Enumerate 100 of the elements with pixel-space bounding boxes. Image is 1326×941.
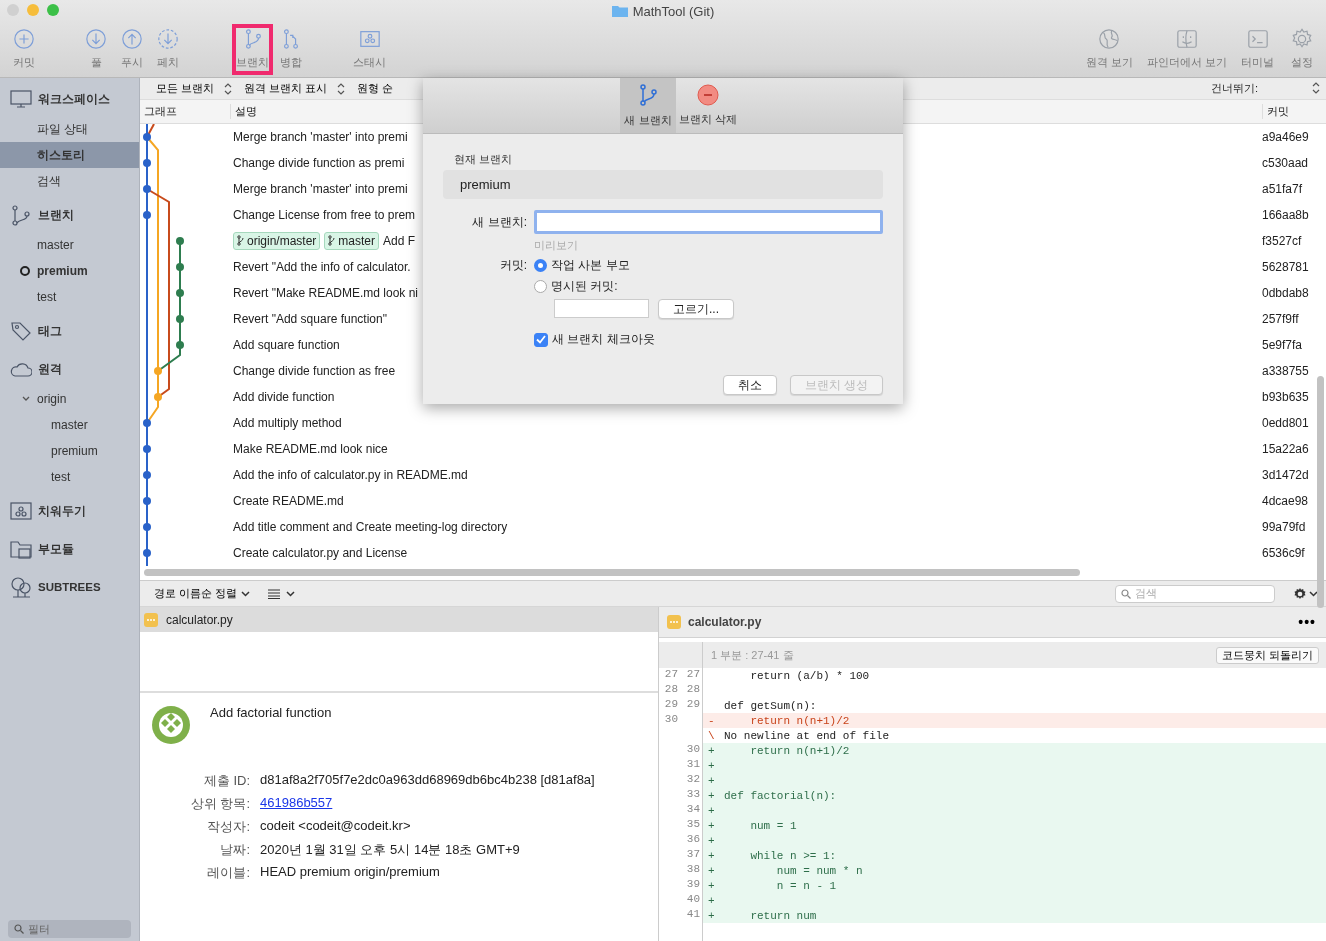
branch-name-field[interactable] <box>534 210 883 234</box>
sidebar-item[interactable]: 검색 <box>0 168 139 194</box>
stepper-icon <box>1312 81 1320 94</box>
settings-button[interactable] <box>1293 586 1318 601</box>
sidebar-item[interactable]: 파일 상태 <box>0 116 139 142</box>
commit-description: Change divide function as premi <box>233 155 405 170</box>
sidebar-item[interactable]: test <box>0 284 139 310</box>
commit-dot[interactable] <box>143 470 151 479</box>
pick-button[interactable]: 고르기... <box>658 299 734 319</box>
branch-tag[interactable]: master <box>324 231 380 250</box>
dialog-tab[interactable]: 브랜치 삭제 <box>680 78 736 133</box>
commit-dot[interactable] <box>143 444 151 453</box>
scrollbar[interactable] <box>144 569 1080 577</box>
commit-dot[interactable] <box>143 158 151 167</box>
commit-dot[interactable] <box>143 418 151 427</box>
commit-dot[interactable] <box>143 184 151 193</box>
commit-dot[interactable] <box>176 236 184 245</box>
commit-dot[interactable] <box>143 210 151 219</box>
filter-dropdown[interactable]: 모든 브랜치 <box>154 81 235 97</box>
sidebar-item[interactable]: premium <box>0 438 139 464</box>
commit-dot[interactable] <box>176 314 184 323</box>
code-line: def getSum(n): <box>724 699 818 712</box>
commit-hash: 99a79fd <box>1262 519 1307 534</box>
preview-text: 미리보기 <box>534 238 579 253</box>
diff-marker: - <box>708 714 715 727</box>
radio-option[interactable]: 작업 사본 부모 <box>534 257 883 274</box>
branch-tag[interactable]: origin/master <box>233 231 321 250</box>
radio-option[interactable]: 명시된 커밋: <box>534 278 883 295</box>
commit-field[interactable] <box>554 299 649 318</box>
checkbox[interactable] <box>534 332 548 347</box>
commit-dot[interactable] <box>176 262 184 271</box>
sidebar-section-title[interactable]: 원격 <box>38 361 62 377</box>
commit-hash: b93b635 <box>1262 389 1310 404</box>
column-header[interactable]: 커밋 <box>1262 103 1326 119</box>
code-line: while n >= 1: <box>749 849 838 862</box>
commit-dot[interactable] <box>143 132 151 141</box>
revert-hunk-button[interactable]: 코드뭉치 되돌리기 <box>1215 646 1319 664</box>
line-number: 34 <box>685 803 701 817</box>
radio-button[interactable] <box>534 259 547 272</box>
field-value: d81af8a2f705f7e2dc0a963dd68969db6bc4b238 [d81af8a] <box>260 772 596 789</box>
branch-icon <box>328 235 337 246</box>
sidebar-section-title[interactable]: SUBTREES <box>38 581 101 593</box>
sidebar-section-title[interactable]: 태그 <box>38 323 62 339</box>
sidebar-section-title[interactable]: 치워두기 <box>38 503 86 519</box>
commit-dot[interactable] <box>176 340 184 349</box>
diff-marker: + <box>708 864 715 877</box>
current-branch-icon <box>20 266 30 276</box>
sidebar-item[interactable]: 히스토리 <box>0 142 139 168</box>
commit-dot[interactable] <box>176 288 184 297</box>
sidebar-item[interactable]: master <box>0 232 139 258</box>
line-number: 28 <box>663 683 679 697</box>
field-label: 레이블: <box>206 864 250 882</box>
field-label: 상위 항목: <box>189 795 250 813</box>
sidebar-item[interactable]: origin <box>0 386 139 412</box>
diff-marker: + <box>708 804 715 817</box>
filter-dropdown[interactable]: 원격 브랜치 표시 <box>242 81 348 97</box>
commit-hash: 166aa8b <box>1262 207 1310 222</box>
stash-box-icon <box>10 500 32 522</box>
commit-description: Create calculator.py and License <box>233 545 408 560</box>
commit-description: Add title comment and Create meeting-log directory <box>233 519 508 534</box>
line-number: 31 <box>685 758 701 772</box>
search-icon <box>1121 588 1131 599</box>
code-line: num = 1 <box>749 819 798 832</box>
sidebar-section-title[interactable]: 워크스페이스 <box>38 91 110 107</box>
line-number: 41 <box>685 908 701 922</box>
commit-description: Add divide function <box>233 389 335 404</box>
scrollbar[interactable] <box>1317 375 1324 608</box>
sidebar-section-title[interactable]: 부모듈 <box>38 541 74 557</box>
terminal-icon <box>1246 28 1269 50</box>
column-header[interactable]: 그래프 <box>140 103 230 119</box>
file-row[interactable]: calculator.py <box>140 607 658 632</box>
filter-dropdown[interactable]: 원형 순 <box>355 81 396 97</box>
more-button[interactable]: ••• <box>1298 614 1316 630</box>
commit-hash: 6536c9f <box>1262 545 1306 560</box>
commit-hash: 5e9f7fa <box>1262 337 1304 352</box>
sidebar-item[interactable]: master <box>0 412 139 438</box>
sort-dropdown[interactable]: 경로 이름순 정렬 <box>154 586 251 601</box>
view-mode-button[interactable] <box>268 588 296 599</box>
checkout-checkbox[interactable]: 새 브랜치 체크아웃 <box>534 331 883 348</box>
commit-title: Add factorial function <box>210 704 333 722</box>
sidebar-section-title[interactable]: 브랜치 <box>38 207 74 223</box>
radio-button[interactable] <box>534 280 547 293</box>
dialog-tab[interactable]: 새 브랜치 <box>620 78 676 133</box>
sidebar-item[interactable]: premium <box>0 258 139 284</box>
commit-hash: 4dcae98 <box>1262 493 1310 508</box>
diff-marker: + <box>708 774 715 787</box>
commit-dot[interactable] <box>143 496 151 505</box>
commit-dot[interactable] <box>143 548 151 557</box>
parent-commit-link[interactable]: 461986b557 <box>260 795 333 810</box>
commit-dot[interactable] <box>154 392 162 401</box>
stepper-icon <box>337 82 346 95</box>
sidebar-item[interactable]: test <box>0 464 139 490</box>
chevron-down-icon[interactable] <box>22 396 30 402</box>
commit-dot[interactable] <box>154 366 162 375</box>
diff-marker: \ <box>708 729 715 742</box>
commit-dot[interactable] <box>143 522 151 531</box>
commit-hash: c530aad <box>1262 155 1310 170</box>
cancel-button[interactable]: 취소 <box>722 375 777 395</box>
line-number: 29 <box>663 698 679 712</box>
code-line: return n(n+1)/2 <box>749 744 851 757</box>
